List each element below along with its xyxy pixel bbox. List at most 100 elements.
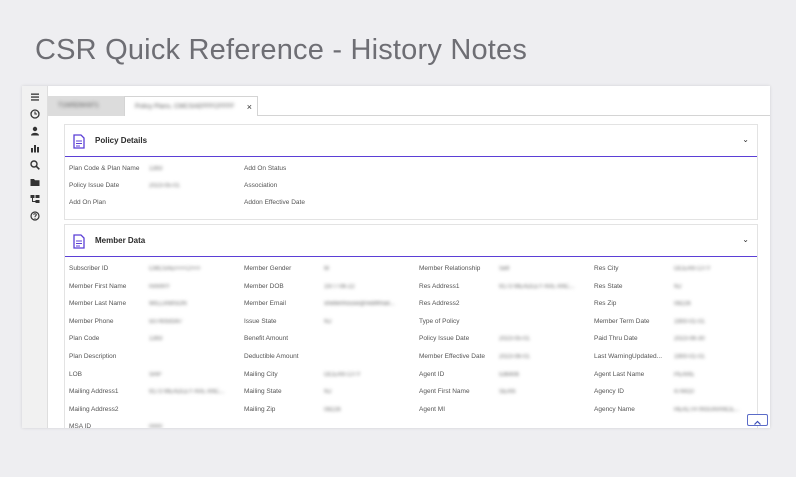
- field-label: Res Address2: [419, 300, 460, 308]
- field-value: shellenhouse@rediffmail...: [324, 301, 395, 308]
- field-value: 2023-05-01: [499, 336, 530, 343]
- chevron-up-icon: [754, 420, 761, 425]
- field-label: Agency Name: [594, 405, 635, 413]
- policy-details-panel: Policy Details ⌄ Plan Code & Plan Name 13…: [64, 124, 758, 220]
- field-label: Mailing Address2: [69, 405, 119, 413]
- field-label: Add On Plan: [69, 199, 106, 206]
- field-label: Issue State: [244, 317, 277, 325]
- field-value: 2023-06-30: [674, 336, 705, 343]
- field-value: 1900-01-01: [674, 354, 705, 360]
- field-label: Last WarningUpdated...: [594, 353, 663, 360]
- field-label: Association: [244, 182, 278, 189]
- clock-icon[interactable]: [29, 108, 41, 120]
- field-value: NJ: [324, 318, 332, 325]
- tab-label: Policy Plans, CMCSAEFFFCFFFF: [135, 103, 235, 110]
- close-icon[interactable]: ×: [247, 97, 252, 116]
- field-value: 1393: [149, 336, 163, 343]
- field-label: Plan Code & Plan Name: [69, 165, 140, 172]
- field-value: SEAN: [499, 389, 516, 396]
- field-label: Member Term Date: [594, 317, 650, 325]
- field-value: Self: [499, 266, 510, 272]
- field-label: Subscriber ID: [69, 265, 109, 272]
- field-value: PEARE: [674, 371, 695, 378]
- field-label: Deductible Amount: [244, 353, 299, 360]
- field-label: Member Phone: [69, 317, 114, 325]
- field-value: 474410: [674, 389, 695, 396]
- field-label: Mailing State: [244, 388, 282, 396]
- field-label: Add On Status: [244, 165, 287, 172]
- tab-bar: T1W5D9A971 Policy Plans, CMCSAEFFFCFFFF …: [48, 96, 770, 116]
- field-label: Member First Name: [69, 282, 127, 290]
- field-value: 1393: [149, 166, 163, 172]
- field-label: Agent First Name: [419, 388, 470, 396]
- field-label: LOB: [69, 370, 83, 378]
- field-value: CMCSAEFFFCFFF: [149, 266, 201, 272]
- policy-details-header[interactable]: Policy Details ⌄: [65, 125, 757, 157]
- folder-icon[interactable]: [29, 176, 41, 188]
- field-label: Policy Issue Date: [69, 182, 120, 189]
- member-data-title: Member Data: [95, 236, 146, 245]
- field-value: NJ: [674, 283, 682, 290]
- field-label: Agent ID: [419, 370, 445, 378]
- tab-policy-plans[interactable]: Policy Plans, CMCSAEFFFCFFFF ×: [124, 96, 258, 116]
- field-label: MSA ID: [69, 423, 92, 428]
- field-label: Agent Last Name: [594, 370, 645, 378]
- field-label: Addon Effective Date: [244, 199, 305, 206]
- field-label: Member Relationship: [419, 265, 481, 272]
- field-value: NJ: [324, 389, 332, 396]
- field-value: 0000: [149, 424, 163, 428]
- field-label: Member Email: [244, 300, 286, 308]
- field-value: WILLIAMSON: [149, 301, 187, 308]
- field-value: 9173 MEADLEY AVE ANC...: [499, 283, 575, 290]
- search-icon[interactable]: [29, 159, 41, 171]
- policy-details-title: Policy Details: [95, 136, 148, 145]
- field-value: 1900-01-01: [674, 318, 705, 325]
- field-label: Mailing Address1: [69, 388, 119, 396]
- field-label: Member Effective Date: [419, 353, 485, 360]
- field-value: 5074059347: [149, 318, 183, 325]
- member-data-header[interactable]: Member Data ⌄: [65, 225, 757, 257]
- chevron-down-icon[interactable]: ⌄: [742, 235, 749, 244]
- field-label: Member Gender: [244, 265, 292, 272]
- field-label: Type of Policy: [419, 317, 460, 325]
- field-label: Plan Description: [69, 353, 117, 360]
- field-label: Member Last Name: [69, 300, 127, 308]
- chevron-down-icon[interactable]: ⌄: [742, 135, 749, 144]
- menu-icon[interactable]: [29, 91, 41, 103]
- field-value: HEALTH INSURANCE...: [674, 406, 740, 413]
- field-label: Benefit Amount: [244, 335, 289, 343]
- field-label: Res Address1: [419, 282, 460, 290]
- field-label: Paid Thru Date: [594, 335, 638, 343]
- field-label: Res City: [594, 265, 619, 272]
- field-value: OCEAN CITY: [324, 371, 361, 378]
- member-data-panel: Member Data ⌄ Subscriber ID CMCSAEFFFCFFF…: [64, 224, 758, 428]
- app-window: T1W5D9A971 Policy Plans, CMCSAEFFFCFFFF …: [22, 86, 770, 428]
- sidebar: [22, 86, 48, 428]
- help-icon[interactable]: [29, 210, 41, 222]
- field-label: Agency ID: [594, 388, 624, 396]
- field-label: Member DOB: [244, 282, 284, 290]
- field-label: Res Zip: [594, 300, 617, 308]
- bar-chart-icon[interactable]: [29, 142, 41, 154]
- document-icon: [73, 234, 85, 249]
- field-value: 9173 MEADLEY AVE ANC...: [149, 389, 225, 396]
- tab-label: T1W5D9A971: [58, 102, 99, 109]
- field-value: SHP: [149, 371, 162, 378]
- hierarchy-icon[interactable]: [29, 193, 41, 205]
- field-value: 536406: [499, 371, 520, 378]
- page-title: CSR Quick Reference - History Notes: [35, 34, 528, 66]
- user-icon[interactable]: [29, 125, 41, 137]
- tab-member[interactable]: T1W5D9A971: [48, 96, 124, 116]
- field-label: Res State: [594, 282, 623, 290]
- field-value: 2023-05-01: [149, 183, 180, 189]
- field-value: HARRY: [149, 283, 170, 290]
- scroll-to-top-button[interactable]: [747, 414, 768, 426]
- field-label: Plan Code: [69, 335, 100, 343]
- field-label: Mailing City: [244, 370, 278, 378]
- field-value: 2023-06-01: [499, 354, 530, 360]
- field-value: 08226: [674, 301, 691, 308]
- field-value: 08226: [324, 406, 341, 413]
- field-value: M: [324, 266, 329, 272]
- field-label: Policy Issue Date: [419, 335, 470, 343]
- field-label: Mailing Zip: [244, 405, 276, 413]
